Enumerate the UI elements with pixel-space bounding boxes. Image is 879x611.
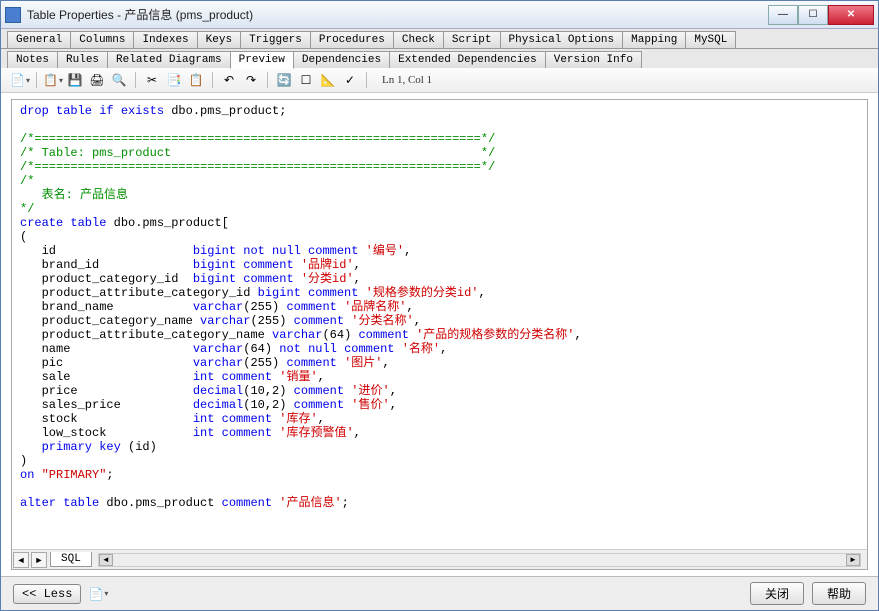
undo-icon[interactable]: ↶ [220,71,238,89]
redo-icon[interactable]: ↷ [242,71,260,89]
editor-bottom-bar: ◄ ► SQL ◄ ► [12,549,867,569]
sql-editor[interactable]: drop table if exists dbo.pms_product; /*… [12,100,867,549]
horizontal-scrollbar[interactable]: ◄ ► [98,553,861,567]
tab-dependencies[interactable]: Dependencies [293,51,390,68]
tab-keys[interactable]: Keys [197,31,241,48]
minimize-button[interactable]: — [768,5,798,25]
format-icon[interactable]: 📐 [319,71,337,89]
maximize-button[interactable]: ☐ [798,5,828,25]
tab-extended-dependencies[interactable]: Extended Dependencies [389,51,546,68]
find-icon[interactable]: 🔍 [110,71,128,89]
tab-general[interactable]: General [7,31,71,48]
close-button[interactable]: ✕ [828,5,874,25]
tabs-row-2: NotesRulesRelated DiagramsPreviewDepende… [1,48,878,68]
tab-columns[interactable]: Columns [70,31,134,48]
tab-scroll-left[interactable]: ◄ [13,552,29,568]
paste-icon[interactable]: 📋 [187,71,205,89]
toolbar: 📄▾ 📋▾ 💾 🖨 🔍 ✂ 📑 📋 ↶ ↷ 🔄 ☐ 📐 ✓ Ln 1, Col … [1,68,878,93]
tab-mysql[interactable]: MySQL [685,31,736,48]
scroll-right-icon[interactable]: ► [846,554,860,566]
tab-physical-options[interactable]: Physical Options [500,31,624,48]
refresh-icon[interactable]: 🔄 [275,71,293,89]
properties-icon[interactable]: 📋▾ [44,71,62,89]
tab-related-diagrams[interactable]: Related Diagrams [107,51,231,68]
print-icon[interactable]: 🖨 [88,71,106,89]
copy-icon[interactable]: 📑 [165,71,183,89]
cursor-position: Ln 1, Col 1 [382,74,432,86]
less-button[interactable]: << Less [13,584,81,604]
select-icon[interactable]: ☐ [297,71,315,89]
tab-mapping[interactable]: Mapping [622,31,686,48]
editor-panel: drop table if exists dbo.pms_product; /*… [11,99,868,570]
close-dialog-button[interactable]: 关闭 [750,582,804,605]
tab-scroll-right[interactable]: ► [31,552,47,568]
cut-icon[interactable]: ✂ [143,71,161,89]
tab-indexes[interactable]: Indexes [133,31,197,48]
tab-preview[interactable]: Preview [230,51,294,69]
menu-icon[interactable]: 📄▾ [89,585,107,603]
tab-triggers[interactable]: Triggers [240,31,311,48]
save-icon[interactable]: 💾 [66,71,84,89]
tab-notes[interactable]: Notes [7,51,58,68]
help-button[interactable]: 帮助 [812,582,866,605]
tab-procedures[interactable]: Procedures [310,31,394,48]
scroll-left-icon[interactable]: ◄ [99,554,113,566]
window: Table Properties - 产品信息 (pms_product) — … [0,0,879,611]
tab-script[interactable]: Script [443,31,501,48]
window-controls: — ☐ ✕ [768,5,874,25]
titlebar: Table Properties - 产品信息 (pms_product) — … [1,1,878,29]
tab-check[interactable]: Check [393,31,444,48]
app-icon [5,7,21,23]
tab-version-info[interactable]: Version Info [545,51,642,68]
new-icon[interactable]: 📄▾ [11,71,29,89]
validate-icon[interactable]: ✓ [341,71,359,89]
sql-tab[interactable]: SQL [50,552,92,567]
footer: << Less 📄▾ 关闭 帮助 [1,576,878,610]
tab-rules[interactable]: Rules [57,51,108,68]
window-title: Table Properties - 产品信息 (pms_product) [27,6,768,23]
tabs-row-1: GeneralColumnsIndexesKeysTriggersProcedu… [1,29,878,48]
